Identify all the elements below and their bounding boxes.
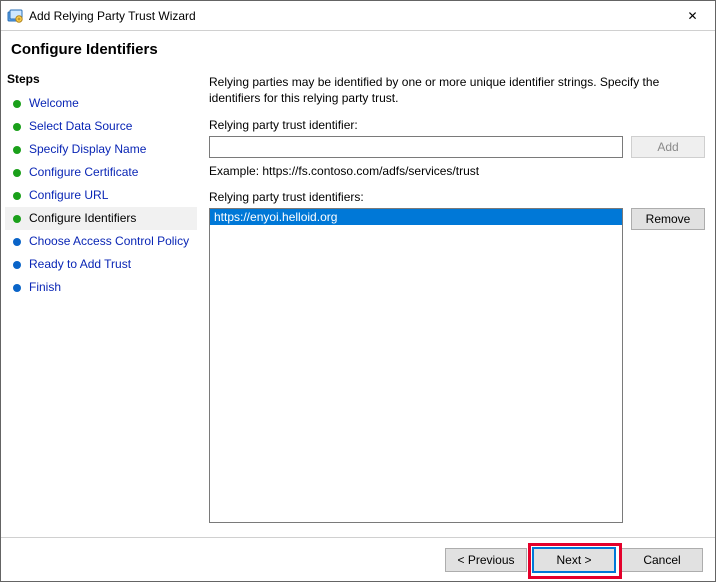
- wizard-footer: < Previous Next > Cancel: [1, 537, 715, 581]
- intro-text: Relying parties may be identified by one…: [209, 74, 705, 106]
- step-item[interactable]: Specify Display Name: [5, 138, 197, 161]
- next-button[interactable]: Next >: [533, 548, 615, 572]
- step-link[interactable]: Finish: [29, 280, 61, 295]
- step-bullet-icon: [13, 100, 21, 108]
- titlebar: Add Relying Party Trust Wizard ✕: [1, 1, 715, 31]
- step-link[interactable]: Specify Display Name: [29, 142, 146, 157]
- step-list: Welcome Select Data Source Specify Display…: [5, 92, 197, 299]
- step-bullet-icon: [13, 169, 21, 177]
- list-item[interactable]: https://enyoi.helloid.org: [210, 209, 622, 225]
- identifier-input[interactable]: [209, 136, 623, 158]
- step-link[interactable]: Welcome: [29, 96, 79, 111]
- steps-heading: Steps: [5, 70, 197, 92]
- identifiers-listbox[interactable]: https://enyoi.helloid.org: [209, 208, 623, 523]
- steps-sidebar: Steps Welcome Select Data Source Specify D…: [1, 66, 197, 537]
- cancel-button[interactable]: Cancel: [621, 548, 703, 572]
- window-title: Add Relying Party Trust Wizard: [29, 9, 670, 23]
- close-icon: ✕: [687, 9, 697, 23]
- identifiers-list-label: Relying party trust identifiers:: [209, 190, 705, 204]
- step-item[interactable]: Select Data Source: [5, 115, 197, 138]
- step-link[interactable]: Ready to Add Trust: [29, 257, 131, 272]
- step-link[interactable]: Select Data Source: [29, 119, 132, 134]
- app-icon: [7, 8, 23, 24]
- page-header: Configure Identifiers: [1, 31, 715, 66]
- step-bullet-icon: [13, 192, 21, 200]
- identifier-label: Relying party trust identifier:: [209, 118, 705, 132]
- step-item[interactable]: Welcome: [5, 92, 197, 115]
- remove-button[interactable]: Remove: [631, 208, 705, 230]
- step-bullet-icon: [13, 238, 21, 246]
- step-item: Configure Identifiers: [5, 207, 197, 230]
- step-link[interactable]: Configure URL: [29, 188, 108, 203]
- step-item[interactable]: Ready to Add Trust: [5, 253, 197, 276]
- main-panel: Relying parties may be identified by one…: [197, 66, 715, 537]
- step-link[interactable]: Configure Certificate: [29, 165, 138, 180]
- step-bullet-icon: [13, 261, 21, 269]
- close-button[interactable]: ✕: [670, 1, 715, 30]
- step-bullet-icon: [13, 284, 21, 292]
- step-link: Configure Identifiers: [29, 211, 136, 226]
- step-item[interactable]: Configure Certificate: [5, 161, 197, 184]
- previous-button[interactable]: < Previous: [445, 548, 527, 572]
- step-bullet-icon: [13, 215, 21, 223]
- step-item[interactable]: Finish: [5, 276, 197, 299]
- step-bullet-icon: [13, 146, 21, 154]
- wizard-body: Steps Welcome Select Data Source Specify D…: [1, 66, 715, 537]
- step-item[interactable]: Configure URL: [5, 184, 197, 207]
- add-button[interactable]: Add: [631, 136, 705, 158]
- example-text: Example: https://fs.contoso.com/adfs/ser…: [209, 164, 705, 178]
- step-bullet-icon: [13, 123, 21, 131]
- step-item[interactable]: Choose Access Control Policy: [5, 230, 197, 253]
- wizard-window: Add Relying Party Trust Wizard ✕ Configu…: [0, 0, 716, 582]
- step-link[interactable]: Choose Access Control Policy: [29, 234, 189, 249]
